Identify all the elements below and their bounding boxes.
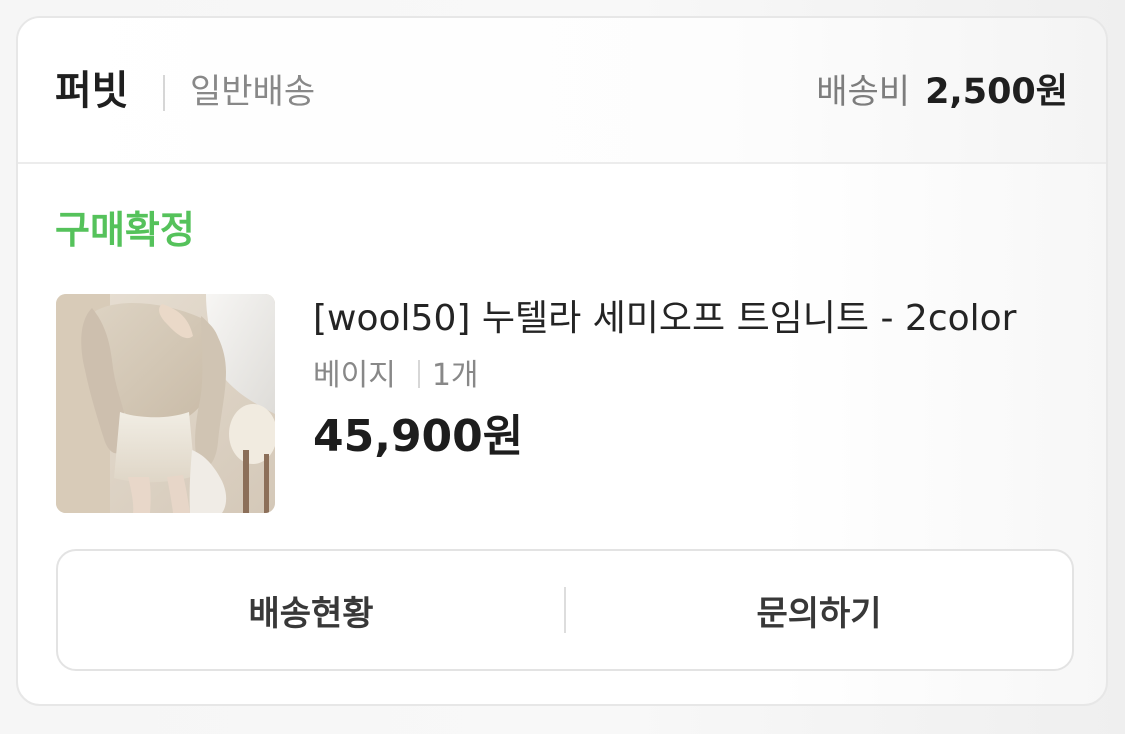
header-divider <box>163 75 165 111</box>
seller-header: 퍼빗 일반배송 배송비 2,500원 <box>18 18 1106 164</box>
seller-name[interactable]: 퍼빗 <box>55 66 129 116</box>
tracking-button[interactable]: 배송현황 <box>58 551 564 669</box>
product-title[interactable]: [wool50] 누텔라 세미오프 트임니트 - 2color <box>313 295 1073 343</box>
product-options: 베이지 1개 <box>313 354 479 398</box>
order-actions: 배송현황 문의하기 <box>56 549 1074 671</box>
option-divider <box>417 360 420 388</box>
shipping-fee-value: 2,500원 <box>925 72 1068 112</box>
product-thumbnail[interactable] <box>56 294 275 513</box>
product-price: 45,900원 <box>313 411 524 462</box>
shipping-fee-label: 배송비 <box>816 72 911 112</box>
shipping-fee: 배송비 2,500원 <box>816 68 1068 122</box>
option-color: 베이지 <box>313 358 396 393</box>
option-quantity: 1개 <box>431 358 479 393</box>
product-image <box>56 294 275 513</box>
inquiry-button[interactable]: 문의하기 <box>566 551 1072 669</box>
shipping-type: 일반배송 <box>190 72 316 112</box>
order-status: 구매확정 <box>55 208 195 252</box>
order-card: 퍼빗 일반배송 배송비 2,500원 구매확정 [wool50] 누텔라 세미오… <box>16 16 1108 706</box>
